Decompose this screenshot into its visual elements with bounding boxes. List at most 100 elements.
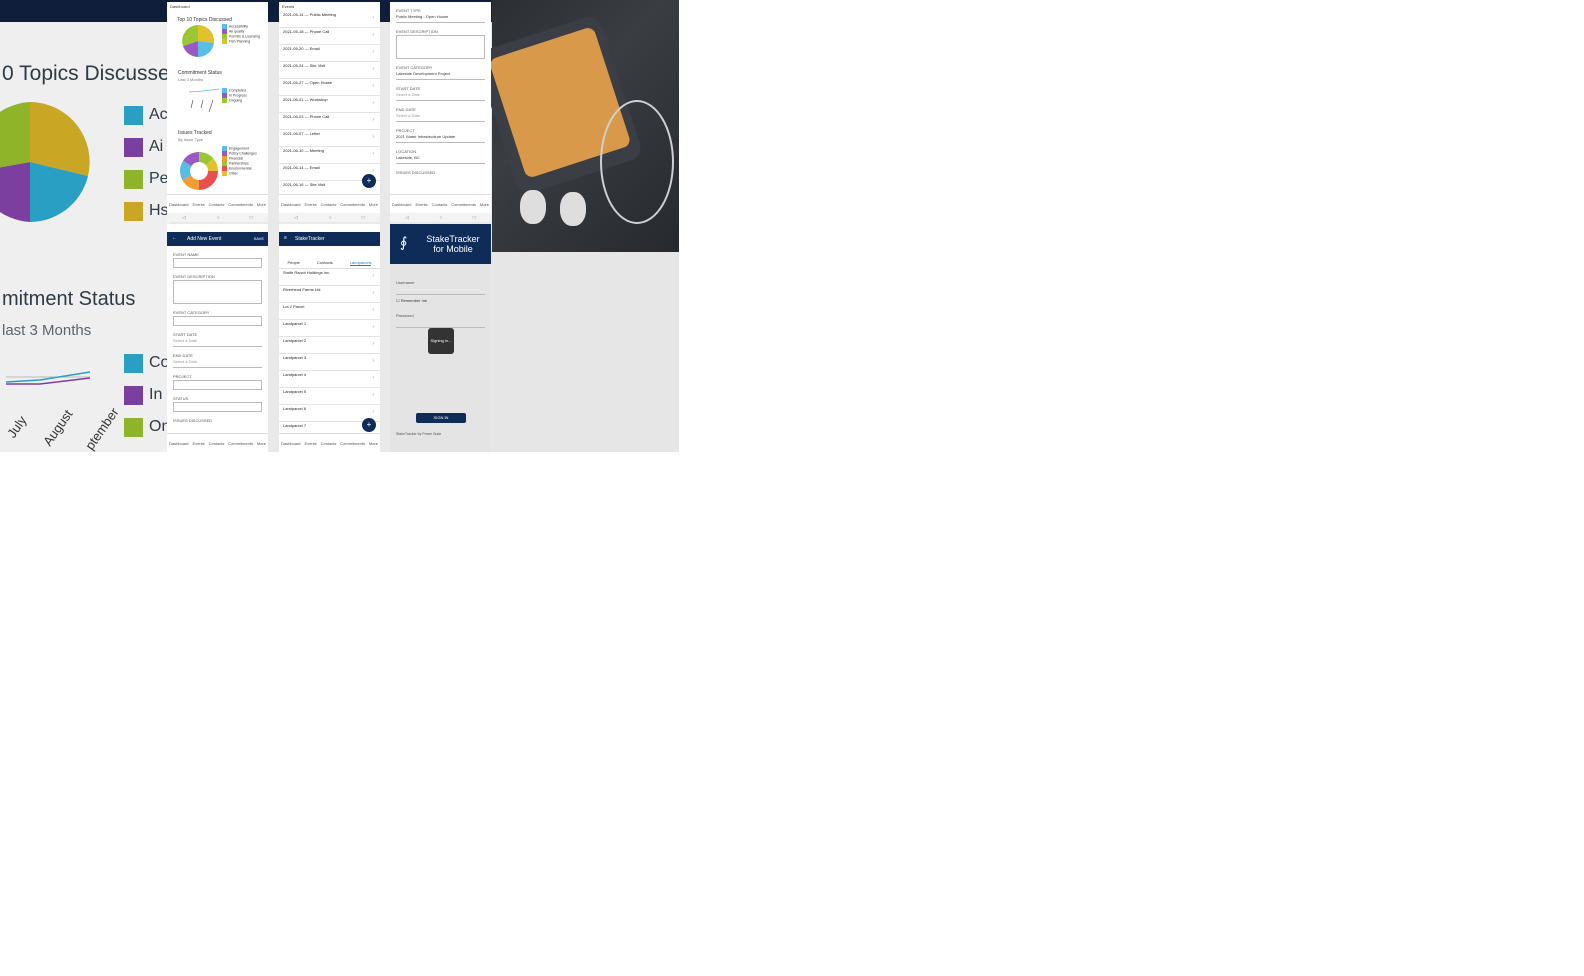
nav-dashboard[interactable]: Dashboard [169,202,189,207]
event-description-input[interactable] [173,280,262,304]
recent-icon[interactable]: □ [362,215,365,221]
start-date-field[interactable]: Select a Date [396,92,485,101]
event-category-select[interactable]: Lakeside Development Project [396,71,485,80]
project-select[interactable]: 2021 Water Infrastructure Update [396,134,485,143]
bg-legend-swatch [124,170,143,189]
nav-contacts[interactable]: Contacts [209,441,225,446]
end-date-input[interactable]: Select a Date [173,359,262,368]
project-select[interactable] [173,380,262,390]
nav-events[interactable]: Events [304,202,316,207]
location-select[interactable]: Lakeside, BC [396,155,485,164]
nav-commitments[interactable]: Commitments [228,202,253,207]
landparcel-row[interactable]: Smith Ranch Holdings Inc. › [279,269,380,286]
back-icon[interactable]: ◁ [294,215,298,221]
landparcel-row[interactable]: Landparcel 3 › [279,354,380,371]
end-date-field[interactable]: Select a Date [396,113,485,122]
recent-icon[interactable]: □ [250,215,253,221]
event-row[interactable]: 2021-05-14 — Public Meeting › [279,11,380,28]
legend-label: Completed [229,88,246,93]
chart3-subtitle: By Issue Type [178,137,204,142]
chart2-lines [188,88,220,113]
event-row[interactable]: 2021-05-20 — Email › [279,45,380,62]
start-date-label: START DATE [396,86,421,91]
login-footer: StakeTracker by Power Suite [396,432,442,436]
event-row[interactable]: 2021-06-03 — Phone Call › [279,113,380,130]
bg-line-chart [5,371,91,385]
nav-commitments[interactable]: Commitments [340,441,365,446]
nav-contacts[interactable]: Contacts [321,202,337,207]
bg-legend-label: Hs [149,202,169,219]
event-row[interactable]: 2021-05-27 — Open House › [279,79,380,96]
chevron-right-icon: › [372,307,374,313]
back-icon[interactable]: ◁ [182,215,186,221]
nav-more[interactable]: More [480,202,489,207]
save-button[interactable]: SAVE [254,236,264,241]
nav-commitments[interactable]: Commitments [228,441,253,446]
tab-people[interactable]: People [287,260,299,266]
nav-contacts[interactable]: Contacts [432,202,448,207]
status-bar [279,224,380,232]
nav-contacts[interactable]: Contacts [209,202,225,207]
sign-in-button[interactable]: SIGN IN [416,413,466,423]
event-name-input[interactable] [173,258,262,268]
landparcel-row[interactable]: Landparcel 4 › [279,371,380,388]
password-input[interactable] [396,319,485,328]
tab-contacts[interactable]: Contacts [317,260,333,266]
event-desc-field[interactable] [396,35,485,59]
event-row[interactable]: 2021-05-24 — Site Visit › [279,62,380,79]
landparcel-row-title: Lot 2 Parcel [283,304,305,309]
nav-dashboard[interactable]: Dashboard [281,202,301,207]
nav-more[interactable]: More [257,441,266,446]
bg-axis-label: ptember [82,404,122,452]
landparcel-row-title: Landparcel 3 [283,355,307,360]
home-icon[interactable]: ○ [439,215,442,221]
landparcel-row[interactable]: Landparcel 2 › [279,337,380,354]
bg-legend-label: In [149,386,163,403]
home-icon[interactable]: ○ [328,215,331,221]
event-category-select[interactable] [173,316,262,326]
landparcel-row[interactable]: Riverbend Farms Ltd. › [279,286,380,303]
back-icon[interactable]: ◁ [405,215,409,221]
event-row[interactable]: 2021-06-10 — Meeting › [279,147,380,164]
landparcel-row[interactable]: Lot 2 Parcel › [279,303,380,320]
home-icon[interactable]: ○ [216,215,219,221]
nav-more[interactable]: More [257,202,266,207]
remember-row[interactable]: ☐ Remember me [396,298,485,303]
phone-login: ∮ StakeTracker for Mobile Username ☐ Rem… [390,224,491,452]
recent-icon[interactable]: □ [473,215,476,221]
nav-more[interactable]: More [369,441,378,446]
bg-title-commitment: mitment Status [2,288,136,310]
nav-dashboard[interactable]: Dashboard [281,441,301,446]
tab-landparcels[interactable]: Landparcels [349,260,372,266]
form-label: EVENT CATEGORY [173,310,210,315]
nav-dashboard[interactable]: Dashboard [392,202,412,207]
back-arrow-icon[interactable]: ← [172,235,177,241]
nav-dashboard[interactable]: Dashboard [169,441,189,446]
chart2-legend: Completed In Progress Ongoing [222,88,247,103]
username-input[interactable] [396,286,485,295]
nav-events[interactable]: Events [415,202,427,207]
nav-commitments[interactable]: Commitments [340,202,365,207]
nav-more[interactable]: More [369,202,378,207]
loading-dialog: Signing in... [428,328,454,354]
nav-events[interactable]: Events [304,441,316,446]
bg-legend-swatch [124,386,143,405]
landparcel-row[interactable]: Landparcel 1 › [279,320,380,337]
start-date-input[interactable]: Select a Date [173,338,262,347]
event-row[interactable]: 2021-06-01 — Workshop › [279,96,380,113]
add-fab[interactable]: + [362,418,376,432]
menu-icon[interactable]: ≡ [284,235,287,241]
bg-legend-label: Pe [149,170,169,187]
add-event-fab[interactable]: + [362,174,376,188]
status-select[interactable] [173,402,262,412]
landparcel-row[interactable]: Landparcel 5 › [279,388,380,405]
nav-commitments[interactable]: Commitments [451,202,476,207]
event-row[interactable]: 2021-05-18 — Phone Call › [279,28,380,45]
nav-events[interactable]: Events [192,202,204,207]
event-row-title: 2021-05-27 — Open House [283,80,333,85]
nav-events[interactable]: Events [192,441,204,446]
event-row[interactable]: 2021-06-07 — Letter › [279,130,380,147]
event-type-field[interactable]: Public Meeting - Open House [396,14,485,23]
bg-axis-label: July [4,413,30,441]
nav-contacts[interactable]: Contacts [321,441,337,446]
